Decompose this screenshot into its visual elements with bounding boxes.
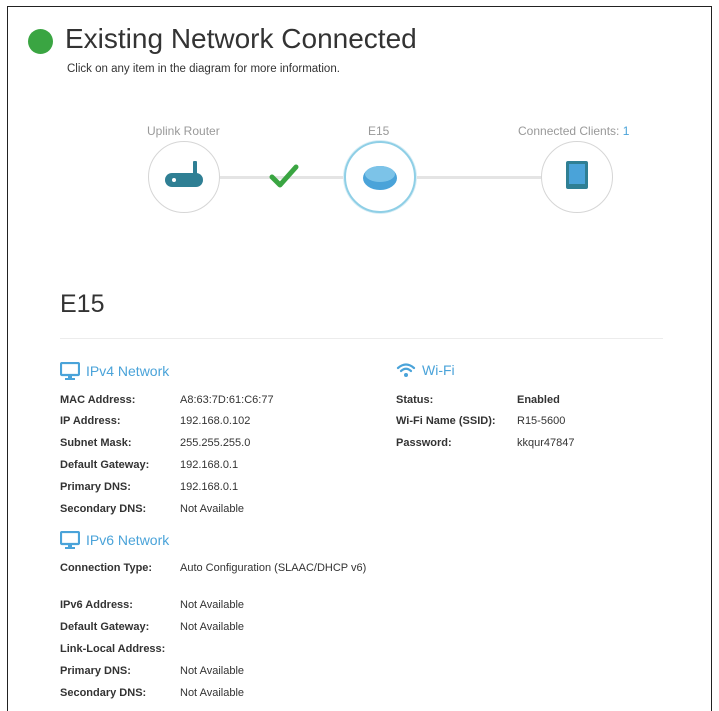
- ipv6-row-value: Not Available: [180, 599, 245, 611]
- connected-clients-node[interactable]: [541, 141, 613, 213]
- wifi-section-title: Wi-Fi: [422, 362, 455, 378]
- ipv6-row-label: IPv6 Address:: [60, 599, 133, 611]
- page-subtitle: Click on any item in the diagram for mor…: [67, 63, 340, 75]
- ipv4-row-value: 192.168.0.1: [180, 481, 239, 493]
- wifi-section-header: Wi-Fi: [396, 362, 455, 378]
- wifi-row-value: Enabled: [517, 394, 560, 406]
- ipv4-row-label: Default Gateway:: [60, 459, 150, 471]
- ipv6-section-header: IPv6 Network: [60, 531, 169, 549]
- device-name-heading: E15: [60, 290, 105, 318]
- ipv4-row-value: Not Available: [180, 503, 245, 515]
- tablet-icon: [566, 161, 588, 189]
- uplink-router-label: Uplink Router: [147, 124, 220, 138]
- ipv6-row-value: Not Available: [180, 687, 245, 699]
- wifi-icon: [396, 363, 416, 377]
- ipv6-row-value: Not Available: [180, 621, 245, 633]
- ipv6-row-label: Secondary DNS:: [60, 687, 147, 699]
- ipv6-row-label: Primary DNS:: [60, 665, 131, 677]
- router-icon: [165, 161, 203, 187]
- status-indicator: [28, 29, 53, 54]
- ipv6-row-value: Not Available: [180, 665, 245, 677]
- monitor-icon: [60, 362, 80, 380]
- connection-ok-check-icon[interactable]: [269, 163, 299, 189]
- wifi-row-value: R15-5600: [517, 415, 566, 427]
- uplink-router-node[interactable]: [148, 141, 220, 213]
- e15-device-node[interactable]: [344, 141, 416, 213]
- ipv4-section-title: IPv4 Network: [86, 363, 170, 379]
- clients-connection-line: [416, 176, 541, 179]
- ipv6-row-label: Link-Local Address:: [60, 643, 166, 655]
- connected-clients-label: Connected Clients: 1: [518, 124, 629, 138]
- ipv4-row-label: Subnet Mask:: [60, 437, 132, 449]
- ipv6-row-value: Auto Configuration (SLAAC/DHCP v6): [180, 562, 367, 574]
- ipv6-section-title: IPv6 Network: [86, 532, 170, 548]
- ipv4-row-value: A8:63:7D:61:C6:77: [180, 394, 274, 406]
- wifi-row-label: Password:: [396, 437, 452, 449]
- ipv4-section-header: IPv4 Network: [60, 362, 169, 380]
- page-title: Existing Network Connected: [65, 23, 417, 54]
- connected-clients-text: Connected Clients:: [518, 124, 623, 138]
- wifi-row-label: Wi-Fi Name (SSID):: [396, 415, 496, 427]
- ipv4-row-label: Secondary DNS:: [60, 503, 147, 515]
- ipv4-row-label: MAC Address:: [60, 394, 136, 406]
- wifi-row-value: kkqur47847: [517, 437, 575, 449]
- ipv4-row-value: 192.168.0.102: [180, 415, 251, 427]
- ipv6-row-label: Connection Type:: [60, 562, 153, 574]
- connected-clients-count: 1: [622, 124, 630, 138]
- extender-icon: [363, 166, 397, 190]
- ipv4-row-value: 255.255.255.0: [180, 437, 251, 449]
- ipv4-row-label: IP Address:: [60, 415, 121, 427]
- device-label: E15: [368, 124, 390, 138]
- section-divider: [60, 338, 663, 339]
- ipv4-row-value: 192.168.0.1: [180, 459, 239, 471]
- ipv6-row-label: Default Gateway:: [60, 621, 150, 633]
- ipv4-row-label: Primary DNS:: [60, 481, 131, 493]
- monitor-icon: [60, 531, 80, 549]
- wifi-row-label: Status:: [396, 394, 434, 406]
